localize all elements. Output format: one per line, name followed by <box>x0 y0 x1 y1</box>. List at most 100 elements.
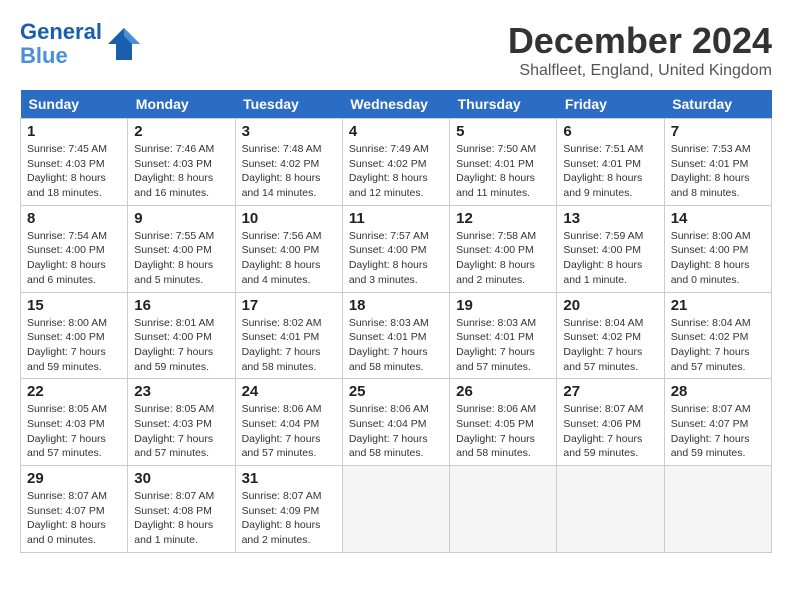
day-info: Sunrise: 7:50 AMSunset: 4:01 PMDaylight:… <box>456 142 550 201</box>
calendar-week-3: 15 Sunrise: 8:00 AMSunset: 4:00 PMDayligh… <box>21 292 772 379</box>
day-number: 5 <box>456 123 550 140</box>
day-info: Sunrise: 7:46 AMSunset: 4:03 PMDaylight:… <box>134 142 228 201</box>
calendar-cell: 26 Sunrise: 8:06 AMSunset: 4:05 PMDayligh… <box>450 379 557 466</box>
day-number: 19 <box>456 297 550 314</box>
calendar-cell: 13 Sunrise: 7:59 AMSunset: 4:00 PMDayligh… <box>557 205 664 292</box>
calendar-table: Sunday Monday Tuesday Wednesday Thursday… <box>20 90 772 553</box>
day-info: Sunrise: 8:02 AMSunset: 4:01 PMDaylight:… <box>242 316 336 375</box>
day-info: Sunrise: 7:59 AMSunset: 4:00 PMDaylight:… <box>563 229 657 288</box>
day-number: 15 <box>27 297 121 314</box>
calendar-cell: 17 Sunrise: 8:02 AMSunset: 4:01 PMDayligh… <box>235 292 342 379</box>
calendar-cell: 18 Sunrise: 8:03 AMSunset: 4:01 PMDayligh… <box>342 292 449 379</box>
col-tuesday: Tuesday <box>235 90 342 119</box>
day-info: Sunrise: 8:04 AMSunset: 4:02 PMDaylight:… <box>563 316 657 375</box>
calendar-cell <box>450 466 557 553</box>
day-number: 31 <box>242 470 336 487</box>
calendar-cell: 23Sunrise: 8:05 AMSunset: 4:03 PMDayligh… <box>128 379 235 466</box>
day-info: Sunrise: 8:00 AMSunset: 4:00 PMDaylight:… <box>27 316 121 375</box>
day-info: Sunrise: 8:00 AMSunset: 4:00 PMDaylight:… <box>671 229 765 288</box>
day-number: 6 <box>563 123 657 140</box>
day-number: 29 <box>27 470 121 487</box>
calendar-cell: 29 Sunrise: 8:07 AMSunset: 4:07 PMDayligh… <box>21 466 128 553</box>
day-number: 27 <box>563 383 657 400</box>
calendar-cell: 21 Sunrise: 8:04 AMSunset: 4:02 PMDayligh… <box>664 292 771 379</box>
day-number: 12 <box>456 210 550 227</box>
calendar-cell <box>557 466 664 553</box>
day-info: Sunrise: 7:56 AMSunset: 4:00 PMDaylight:… <box>242 229 336 288</box>
calendar-cell: 27 Sunrise: 8:07 AMSunset: 4:06 PMDayligh… <box>557 379 664 466</box>
day-info: Sunrise: 8:07 AMSunset: 4:08 PMDaylight:… <box>134 489 228 548</box>
calendar-cell: 3 Sunrise: 7:48 AMSunset: 4:02 PMDaylight… <box>235 119 342 206</box>
day-info: Sunrise: 8:05 AMSunset: 4:03 PMDaylight:… <box>27 402 121 461</box>
day-number: 1 <box>27 123 121 140</box>
day-number: 26 <box>456 383 550 400</box>
day-number: 9 <box>134 210 228 227</box>
day-number: 3 <box>242 123 336 140</box>
day-info: Sunrise: 7:54 AMSunset: 4:00 PMDaylight:… <box>27 229 121 288</box>
col-wednesday: Wednesday <box>342 90 449 119</box>
calendar-cell: 10 Sunrise: 7:56 AMSunset: 4:00 PMDayligh… <box>235 205 342 292</box>
col-thursday: Thursday <box>450 90 557 119</box>
day-info: Sunrise: 8:01 AMSunset: 4:00 PMDaylight:… <box>134 316 228 375</box>
calendar-week-5: 29 Sunrise: 8:07 AMSunset: 4:07 PMDayligh… <box>21 466 772 553</box>
title-area: December 2024 Shalfleet, England, United… <box>508 20 772 80</box>
calendar-cell: 4Sunrise: 7:49 AMSunset: 4:02 PMDaylight… <box>342 119 449 206</box>
calendar-cell <box>342 466 449 553</box>
logo-text: GeneralBlue <box>20 20 102 68</box>
day-info: Sunrise: 8:07 AMSunset: 4:07 PMDaylight:… <box>671 402 765 461</box>
day-info: Sunrise: 8:07 AMSunset: 4:07 PMDaylight:… <box>27 489 121 548</box>
day-info: Sunrise: 8:06 AMSunset: 4:04 PMDaylight:… <box>242 402 336 461</box>
day-info: Sunrise: 8:03 AMSunset: 4:01 PMDaylight:… <box>456 316 550 375</box>
day-number: 28 <box>671 383 765 400</box>
day-number: 21 <box>671 297 765 314</box>
day-info: Sunrise: 7:55 AMSunset: 4:00 PMDaylight:… <box>134 229 228 288</box>
calendar-cell: 12 Sunrise: 7:58 AMSunset: 4:00 PMDayligh… <box>450 205 557 292</box>
calendar-week-2: 8Sunrise: 7:54 AMSunset: 4:00 PMDaylight… <box>21 205 772 292</box>
day-number: 18 <box>349 297 443 314</box>
day-number: 24 <box>242 383 336 400</box>
col-monday: Monday <box>128 90 235 119</box>
calendar-cell: 14 Sunrise: 8:00 AMSunset: 4:00 PMDayligh… <box>664 205 771 292</box>
col-sunday: Sunday <box>21 90 128 119</box>
day-number: 13 <box>563 210 657 227</box>
day-info: Sunrise: 7:58 AMSunset: 4:00 PMDaylight:… <box>456 229 550 288</box>
day-number: 16 <box>134 297 228 314</box>
day-number: 30 <box>134 470 228 487</box>
calendar-cell: 11 Sunrise: 7:57 AMSunset: 4:00 PMDayligh… <box>342 205 449 292</box>
col-saturday: Saturday <box>664 90 771 119</box>
day-info: Sunrise: 8:03 AMSunset: 4:01 PMDaylight:… <box>349 316 443 375</box>
calendar-cell: 30 Sunrise: 8:07 AMSunset: 4:08 PMDayligh… <box>128 466 235 553</box>
day-number: 7 <box>671 123 765 140</box>
day-info: Sunrise: 8:07 AMSunset: 4:09 PMDaylight:… <box>242 489 336 548</box>
calendar-cell <box>664 466 771 553</box>
day-number: 25 <box>349 383 443 400</box>
location-subtitle: Shalfleet, England, United Kingdom <box>508 62 772 80</box>
day-info: Sunrise: 7:57 AMSunset: 4:00 PMDaylight:… <box>349 229 443 288</box>
day-info: Sunrise: 8:06 AMSunset: 4:04 PMDaylight:… <box>349 402 443 461</box>
day-number: 10 <box>242 210 336 227</box>
calendar-week-4: 22 Sunrise: 8:05 AMSunset: 4:03 PMDayligh… <box>21 379 772 466</box>
day-number: 11 <box>349 210 443 227</box>
day-number: 14 <box>671 210 765 227</box>
day-info: Sunrise: 8:07 AMSunset: 4:06 PMDaylight:… <box>563 402 657 461</box>
month-title: December 2024 <box>508 20 772 62</box>
day-info: Sunrise: 7:51 AMSunset: 4:01 PMDaylight:… <box>563 142 657 201</box>
page-header: GeneralBlue December 2024 Shalfleet, Eng… <box>20 20 772 80</box>
calendar-cell: 19 Sunrise: 8:03 AMSunset: 4:01 PMDayligh… <box>450 292 557 379</box>
calendar-cell: 28 Sunrise: 8:07 AMSunset: 4:07 PMDayligh… <box>664 379 771 466</box>
day-info: Sunrise: 7:48 AMSunset: 4:02 PMDaylight:… <box>242 142 336 201</box>
day-number: 22 <box>27 383 121 400</box>
calendar-cell: 1 Sunrise: 7:45 AMSunset: 4:03 PMDaylight… <box>21 119 128 206</box>
day-info: Sunrise: 8:06 AMSunset: 4:05 PMDaylight:… <box>456 402 550 461</box>
calendar-cell: 15 Sunrise: 8:00 AMSunset: 4:00 PMDayligh… <box>21 292 128 379</box>
header-row: Sunday Monday Tuesday Wednesday Thursday… <box>21 90 772 119</box>
day-number: 23 <box>134 383 228 400</box>
day-info: Sunrise: 7:45 AMSunset: 4:03 PMDaylight:… <box>27 142 121 201</box>
day-number: 17 <box>242 297 336 314</box>
calendar-cell: 8Sunrise: 7:54 AMSunset: 4:00 PMDaylight… <box>21 205 128 292</box>
day-number: 4 <box>349 123 443 140</box>
col-friday: Friday <box>557 90 664 119</box>
day-info: Sunrise: 8:04 AMSunset: 4:02 PMDaylight:… <box>671 316 765 375</box>
calendar-cell: 2Sunrise: 7:46 AMSunset: 4:03 PMDaylight… <box>128 119 235 206</box>
calendar-cell: 7Sunrise: 7:53 AMSunset: 4:01 PMDaylight… <box>664 119 771 206</box>
